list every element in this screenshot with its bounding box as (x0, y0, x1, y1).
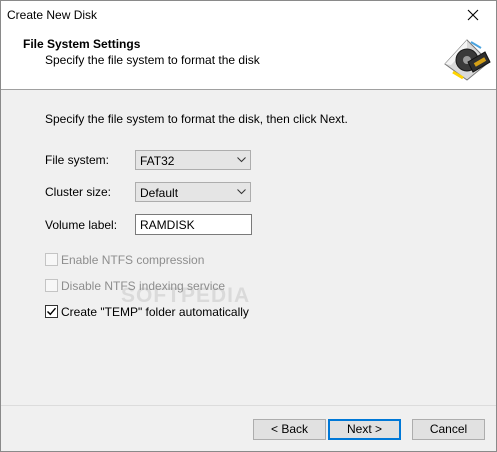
ntfs-indexing-checkbox[interactable] (45, 279, 58, 292)
checkmark-icon (47, 307, 57, 316)
create-new-disk-dialog: Create New Disk File System Settings Spe… (0, 0, 497, 452)
ntfs-compression-label: Enable NTFS compression (61, 253, 205, 267)
wizard-header: File System Settings Specify the file sy… (1, 30, 496, 90)
divider (1, 405, 496, 406)
window-title: Create New Disk (7, 8, 98, 22)
file-system-value: FAT32 (140, 154, 175, 168)
next-button[interactable]: Next > (328, 419, 401, 440)
cancel-button[interactable]: Cancel (412, 419, 485, 440)
chevron-down-icon (237, 189, 246, 195)
chevron-down-icon (237, 157, 246, 163)
volume-label-input[interactable]: RAMDISK (135, 214, 252, 235)
page-subtitle: Specify the file system to format the di… (45, 53, 260, 67)
ram-disk-icon (444, 39, 491, 81)
ntfs-compression-checkbox[interactable] (45, 253, 58, 266)
volume-label-value: RAMDISK (140, 218, 195, 232)
cluster-size-value: Default (140, 186, 179, 200)
close-button[interactable] (450, 1, 496, 30)
cluster-size-select[interactable]: Default (135, 182, 251, 202)
cluster-size-label: Cluster size: (45, 185, 112, 199)
title-bar: Create New Disk (1, 1, 496, 30)
file-system-label: File system: (45, 153, 110, 167)
temp-folder-checkbox[interactable] (45, 305, 58, 318)
volume-label-label: Volume label: (45, 218, 118, 232)
back-button[interactable]: < Back (253, 419, 326, 440)
file-system-select[interactable]: FAT32 (135, 150, 251, 170)
page-title: File System Settings (23, 37, 141, 51)
instruction-text: Specify the file system to format the di… (45, 112, 348, 126)
watermark: SOFTPEDIA (121, 284, 251, 307)
close-icon (467, 9, 479, 21)
